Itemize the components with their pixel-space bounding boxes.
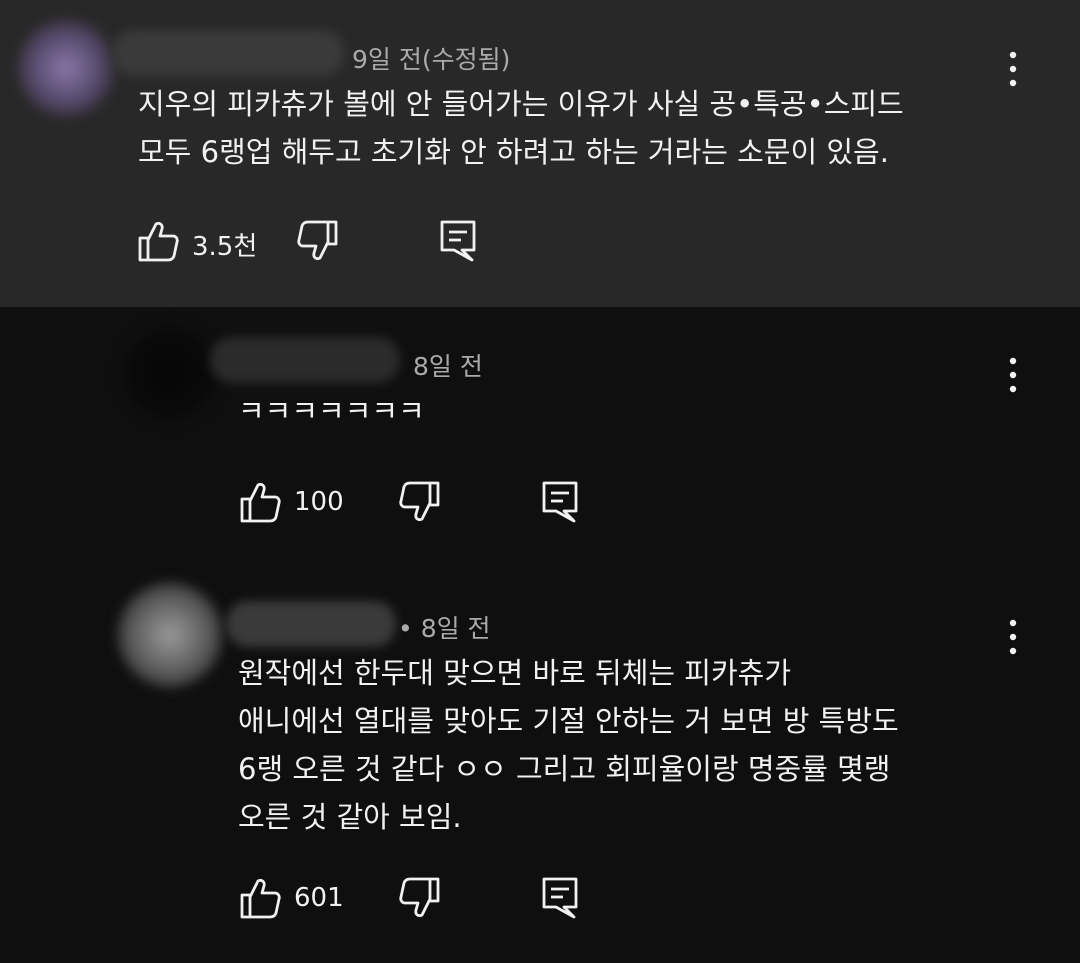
like-button[interactable] <box>238 479 282 525</box>
reply-button[interactable] <box>540 875 580 921</box>
comment-line: 애니에선 열대를 맞아도 기절 안하는 거 보면 방 특방도 <box>238 704 899 738</box>
like-count: 3.5천 <box>192 232 258 262</box>
more-vertical-icon <box>1009 51 1017 87</box>
more-options-button[interactable] <box>1001 49 1025 89</box>
reply-comment-icon <box>440 220 476 262</box>
thumbs-down-icon <box>297 220 338 261</box>
comment-line: 원작에선 한두대 맞으면 바로 뒤체는 피카츄가 <box>238 656 792 690</box>
comment-actions: 100 <box>238 479 588 529</box>
comments-page: 9일 전(수정됨) 지우의 피카츄가 볼에 안 들어가는 이유가 사실 공•특공… <box>0 0 1080 963</box>
more-options-button[interactable] <box>1001 617 1025 657</box>
reply-button[interactable] <box>438 218 478 264</box>
reply-comment: 8일 전 ㅋㅋㅋㅋㅋㅋㅋ 100 <box>0 307 1080 569</box>
more-vertical-icon <box>1009 357 1017 393</box>
avatar[interactable] <box>122 325 218 421</box>
username[interactable] <box>112 30 344 76</box>
reply-comment: • 8일 전 원작에선 한두대 맞으면 바로 뒤체는 피카츄가 애니에선 열대를… <box>0 569 1080 963</box>
avatar[interactable] <box>118 583 222 687</box>
comment-timestamp: • 8일 전 <box>398 614 491 643</box>
username[interactable] <box>226 601 396 647</box>
thumbs-down-icon <box>399 481 440 522</box>
comment-actions: 3.5천 <box>136 218 486 268</box>
comment-line: 모두 6랭업 해두고 초기화 안 하려고 하는 거라는 소문이 있음. <box>138 135 889 169</box>
like-count: 100 <box>294 487 344 517</box>
comment-timestamp: 9일 전(수정됨) <box>352 45 511 74</box>
comment-line: 오른 것 같아 보임. <box>238 800 462 834</box>
comment-actions: 601 <box>238 875 588 925</box>
dislike-button[interactable] <box>296 218 340 264</box>
thumbs-up-icon <box>240 482 281 523</box>
more-options-button[interactable] <box>1001 355 1025 395</box>
reply-comment-icon <box>542 481 578 523</box>
avatar[interactable] <box>18 20 114 116</box>
username[interactable] <box>210 337 400 383</box>
more-vertical-icon <box>1009 619 1017 655</box>
comment-text: ㅋㅋㅋㅋㅋㅋㅋ <box>238 387 425 435</box>
reply-comment-icon <box>542 877 578 919</box>
comment-thread-highlighted: 9일 전(수정됨) 지우의 피카츄가 볼에 안 들어가는 이유가 사실 공•특공… <box>0 0 1080 307</box>
comment-line: ㅋㅋㅋㅋㅋㅋㅋ <box>238 394 425 428</box>
comment-text: 지우의 피카츄가 볼에 안 들어가는 이유가 사실 공•특공•스피드 모두 6랭… <box>138 80 904 176</box>
dislike-button[interactable] <box>398 875 442 921</box>
comment-timestamp: 8일 전 <box>413 352 483 381</box>
comment-text: 원작에선 한두대 맞으면 바로 뒤체는 피카츄가 애니에선 열대를 맞아도 기절… <box>238 649 899 841</box>
comment-line: 6랭 오른 것 같다 ㅇㅇ 그리고 회피율이랑 명중률 몇랭 <box>238 752 891 786</box>
like-count: 601 <box>294 883 344 913</box>
like-button[interactable] <box>238 875 282 921</box>
dislike-button[interactable] <box>398 479 442 525</box>
thumbs-up-icon <box>240 878 281 919</box>
like-button[interactable] <box>136 218 180 264</box>
thumbs-up-icon <box>138 221 179 262</box>
comment-line: 지우의 피카츄가 볼에 안 들어가는 이유가 사실 공•특공•스피드 <box>138 87 904 121</box>
thumbs-down-icon <box>399 877 440 918</box>
reply-button[interactable] <box>540 479 580 525</box>
